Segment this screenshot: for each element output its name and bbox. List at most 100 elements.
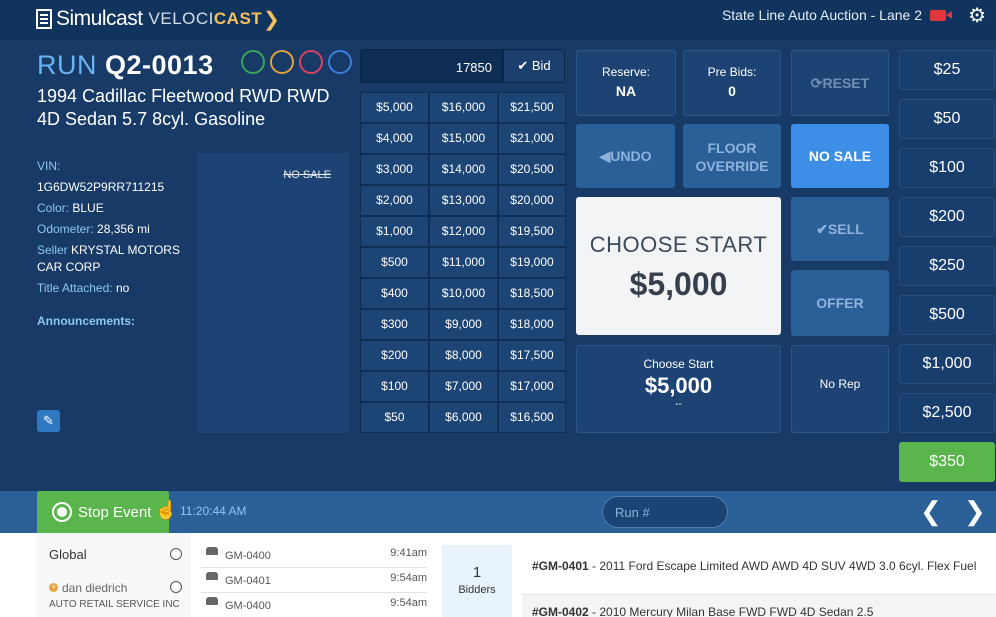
amount-button[interactable]: $50	[360, 402, 429, 433]
run-number-input[interactable]: Run #	[602, 496, 728, 528]
list-item[interactable]: GM-0400 9:41am	[201, 543, 427, 568]
reserve-tile: Reserve: NA	[576, 50, 676, 116]
amount-button[interactable]: $20,500	[498, 154, 566, 185]
amount-button[interactable]: $2,000	[360, 185, 429, 216]
amount-grid: $5,000 $16,000 $21,500 $4,000 $15,000 $2…	[360, 92, 566, 434]
lot-item[interactable]: #GM-0402 - 2010 Mercury Milan Base FWD F…	[522, 595, 996, 617]
amount-button[interactable]: $16,000	[429, 92, 498, 123]
undo-button[interactable]: ◀UNDO	[576, 124, 675, 188]
amount-button[interactable]: $21,000	[498, 123, 566, 154]
increment-button[interactable]: $1,000	[899, 344, 995, 384]
choose-start-small-sub: --	[675, 399, 682, 410]
amount-button[interactable]: $5,000	[360, 92, 429, 123]
increment-button[interactable]: $250	[899, 246, 995, 286]
amount-button[interactable]: $8,000	[429, 340, 498, 371]
run-time: 9:41am	[390, 547, 427, 559]
amount-button[interactable]: $18,000	[498, 309, 566, 340]
vin-value: 1G6DW52P9RR711215	[37, 180, 165, 194]
no-sale-tag: NO SALE	[283, 169, 331, 181]
car-icon	[206, 597, 218, 605]
reset-button[interactable]: ⟳RESET	[791, 50, 889, 116]
global-radio[interactable]	[170, 548, 182, 560]
camera-icon[interactable]	[930, 10, 952, 21]
amount-button[interactable]: $19,000	[498, 247, 566, 278]
amount-button[interactable]: $16,500	[498, 402, 566, 433]
stop-event-button[interactable]: Stop Event	[37, 491, 169, 533]
amount-button[interactable]: $17,000	[498, 371, 566, 402]
title-value: no	[115, 281, 130, 295]
amount-button[interactable]: $3,000	[360, 154, 429, 185]
prebids-tile: Pre Bids: 0	[683, 50, 781, 116]
amount-button[interactable]: $500	[360, 247, 429, 278]
floor-override-button[interactable]: FLOOR OVERRIDE	[683, 124, 781, 188]
blue-circle[interactable]	[328, 50, 352, 74]
car-icon	[206, 547, 218, 555]
amount-button[interactable]: $17,500	[498, 340, 566, 371]
choose-start-button[interactable]: CHOOSE START $5,000	[576, 197, 781, 335]
undo-icon: ◀	[599, 148, 611, 164]
brand-veloci: VELOCI	[148, 9, 214, 28]
user-status-icon: ×	[49, 583, 58, 592]
gear-icon[interactable]: ⚙	[968, 6, 986, 26]
edit-button[interactable]: ✎	[37, 410, 60, 432]
amount-button[interactable]: $18,500	[498, 278, 566, 309]
check-icon: ✔	[517, 58, 529, 73]
no-rep-label: No Rep	[819, 377, 861, 391]
amount-button[interactable]: $13,000	[429, 185, 498, 216]
increment-button[interactable]: $25	[899, 50, 995, 90]
sell-button[interactable]: ✔SELL	[791, 197, 889, 261]
bid-button[interactable]: ✔ Bid	[503, 49, 565, 83]
car-icon	[206, 572, 218, 580]
amount-button[interactable]: $400	[360, 278, 429, 309]
no-sale-button[interactable]: NO SALE	[791, 124, 889, 188]
amount-button[interactable]: $200	[360, 340, 429, 371]
lot-item[interactable]: #GM-0401 - 2011 Ford Escape Limited AWD …	[522, 545, 996, 595]
red-circle[interactable]	[299, 50, 323, 74]
amount-button[interactable]: $14,000	[429, 154, 498, 185]
global-label: Global	[49, 547, 87, 562]
run-id: GM-0400	[225, 600, 271, 612]
amount-button[interactable]: $11,000	[429, 247, 498, 278]
amount-button[interactable]: $20,000	[498, 185, 566, 216]
user-radio[interactable]	[170, 581, 182, 593]
choose-start-title: CHOOSE START	[589, 232, 768, 257]
amount-button[interactable]: $19,500	[498, 216, 566, 247]
amount-button[interactable]: $10,000	[429, 278, 498, 309]
increment-button[interactable]: $100	[899, 148, 995, 188]
amount-button[interactable]: $4,000	[360, 123, 429, 154]
increment-button[interactable]: $500	[899, 295, 995, 335]
previous-arrow-icon[interactable]: ❮	[920, 497, 942, 525]
green-circle[interactable]	[241, 50, 265, 74]
lot-desc: - 2010 Mercury Milan Base FWD FWD 4D Sed…	[588, 605, 874, 617]
amount-button[interactable]: $100	[360, 371, 429, 402]
lot-desc: - 2011 Ford Escape Limited AWD AWD 4D SU…	[588, 559, 977, 573]
bid-amount-input[interactable]: 17850	[360, 49, 503, 83]
yellow-circle[interactable]	[270, 50, 294, 74]
increment-button[interactable]: $2,500	[899, 393, 995, 433]
next-arrow-icon[interactable]: ❯	[964, 497, 986, 525]
no-sale-label: NO SALE	[808, 148, 872, 164]
run-time: 9:54am	[390, 572, 427, 584]
list-item[interactable]: GM-0401 9:54am	[201, 568, 427, 593]
increment-button[interactable]: $50	[899, 99, 995, 139]
sell-label: SELL	[827, 221, 864, 237]
amount-button[interactable]: $9,000	[429, 309, 498, 340]
vehicle-status-panel: NO SALE	[197, 153, 349, 433]
choose-start-amount: $5,000	[629, 266, 728, 302]
amount-button[interactable]: $7,000	[429, 371, 498, 402]
amount-button[interactable]: $6,000	[429, 402, 498, 433]
app-header: Simulcast VELOCI CAST ❯ State Line Auto …	[0, 0, 996, 40]
clock-time: 11:20:44 AM	[180, 504, 247, 518]
lot-id: #GM-0402	[532, 605, 589, 617]
amount-button[interactable]: $21,500	[498, 92, 566, 123]
amount-button[interactable]: $12,000	[429, 216, 498, 247]
amount-button[interactable]: $15,000	[429, 123, 498, 154]
edge-logo-icon	[36, 9, 52, 29]
increment-button[interactable]: $200	[899, 197, 995, 237]
amount-button[interactable]: $1,000	[360, 216, 429, 247]
amount-button[interactable]: $300	[360, 309, 429, 340]
offer-button[interactable]: OFFER	[791, 270, 889, 336]
reserve-label: Reserve:	[601, 65, 651, 79]
active-increment-button[interactable]: $350	[899, 442, 995, 482]
list-item[interactable]: GM-0400 9:54am	[201, 593, 427, 617]
